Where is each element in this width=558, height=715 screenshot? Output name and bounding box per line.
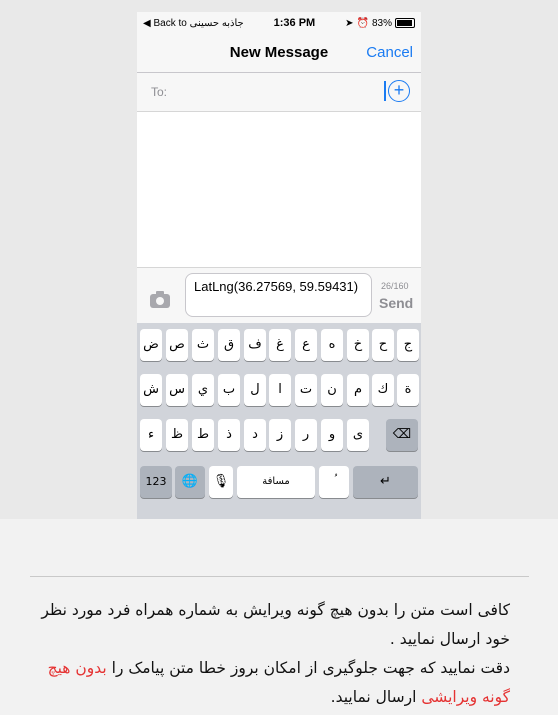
caption-text: کافی است متن را بدون هیچ گونه ویرایش به …	[38, 596, 510, 712]
key[interactable]: ر	[295, 419, 317, 451]
arabic-keyboard: ض ص ث ق ف غ ع ه خ ح ج ش س ي ب ل ا ت ن م …	[137, 323, 421, 519]
add-contact-icon[interactable]: +	[388, 80, 410, 102]
key[interactable]: ا	[269, 374, 291, 406]
key[interactable]: ع	[295, 329, 317, 361]
phone-screenshot: ◀ Back to جاذبه حسینی 1:36 PM ➤ ⏰ 83% Ne…	[137, 12, 421, 519]
key[interactable]: ذ	[218, 419, 240, 451]
key[interactable]: ج	[397, 329, 419, 361]
key[interactable]: ح	[372, 329, 394, 361]
key[interactable]: ظ	[166, 419, 188, 451]
compose-bar: LatLng(36.27569, 59.59431) 26/160 Send	[137, 267, 421, 323]
status-bar: ◀ Back to جاذبه حسینی 1:36 PM ➤ ⏰ 83%	[137, 12, 421, 34]
microphone-icon[interactable]: 🎙	[209, 466, 233, 498]
conversation-area	[137, 112, 421, 267]
numbers-key[interactable]: 123	[140, 466, 172, 498]
key[interactable]: و	[321, 419, 343, 451]
globe-icon[interactable]: 🌐	[175, 466, 205, 498]
key[interactable]: ق	[218, 329, 240, 361]
back-to-app-link[interactable]: ◀ Back to جاذبه حسینی	[143, 18, 244, 29]
to-label: To:	[151, 85, 168, 99]
key[interactable]: ه	[321, 329, 343, 361]
delete-key[interactable]: ⌫	[386, 419, 418, 451]
alarm-icon: ⏰	[356, 17, 369, 29]
caption-line1: کافی است متن را بدون هیچ گونه ویرایش به …	[41, 601, 510, 648]
status-time: 1:36 PM	[273, 17, 316, 29]
key[interactable]: ش	[140, 374, 162, 406]
key[interactable]: ث	[192, 329, 214, 361]
battery-percent: 83%	[371, 17, 392, 29]
key[interactable]: ز	[269, 419, 291, 451]
send-button[interactable]: Send	[379, 295, 413, 311]
key[interactable]: م	[347, 374, 369, 406]
navigation-bar: New Message Cancel	[137, 34, 421, 73]
message-input[interactable]: LatLng(36.27569, 59.59431)	[185, 273, 372, 317]
space-key[interactable]: مسافة	[237, 466, 315, 498]
key[interactable]: ى	[347, 419, 369, 451]
key[interactable]: ك	[372, 374, 394, 406]
location-icon: ➤	[345, 17, 354, 29]
key[interactable]: د	[244, 419, 266, 451]
camera-icon[interactable]	[150, 291, 170, 308]
return-key[interactable]: ↵	[353, 466, 418, 498]
battery-icon	[395, 18, 415, 28]
caption-line2: دقت نمایید که جهت جلوگیری از امکان بروز …	[47, 659, 510, 706]
cancel-button[interactable]: Cancel	[366, 44, 413, 61]
key[interactable]: س	[166, 374, 188, 406]
character-count: 26/160	[381, 281, 409, 291]
key[interactable]: ض	[140, 329, 162, 361]
key[interactable]: غ	[269, 329, 291, 361]
key[interactable]: ص	[166, 329, 188, 361]
key[interactable]: ي	[192, 374, 214, 406]
key[interactable]: ل	[244, 374, 266, 406]
to-field[interactable]: To: +	[137, 73, 421, 112]
diacritic-key[interactable]: ؘُ	[319, 466, 349, 498]
key[interactable]: ت	[295, 374, 317, 406]
key[interactable]: ط	[192, 419, 214, 451]
key[interactable]: خ	[347, 329, 369, 361]
key[interactable]: ة	[397, 374, 419, 406]
key[interactable]: ن	[321, 374, 343, 406]
divider	[30, 576, 529, 577]
key[interactable]: ب	[218, 374, 240, 406]
key[interactable]: ف	[244, 329, 266, 361]
text-cursor	[384, 81, 386, 101]
key[interactable]: ء	[140, 419, 162, 451]
